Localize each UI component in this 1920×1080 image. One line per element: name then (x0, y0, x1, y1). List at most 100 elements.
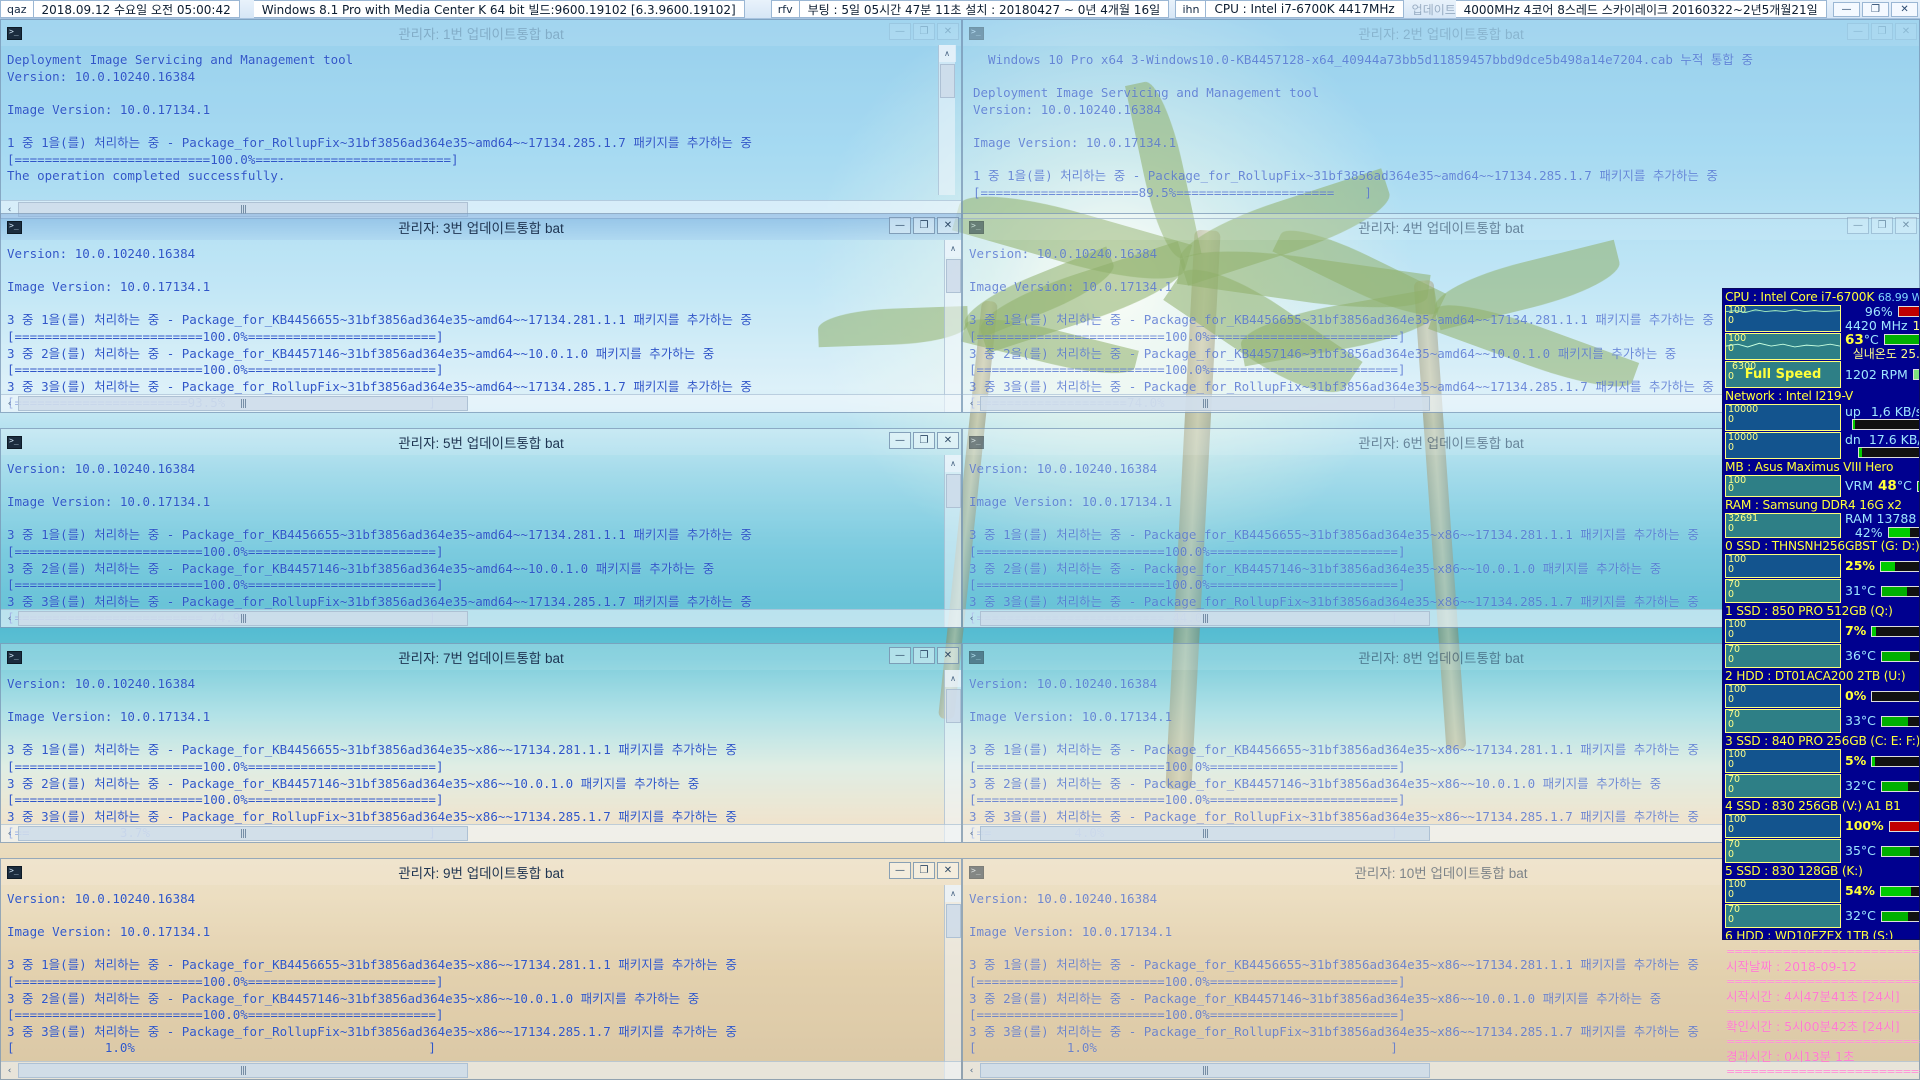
drive-readout: 0% (1841, 684, 1919, 708)
close-icon[interactable]: ✕ (1891, 1, 1919, 17)
close-icon[interactable]: ✕ (937, 647, 959, 664)
restore-icon[interactable]: ❐ (913, 217, 935, 234)
hscroll-thumb[interactable]: ||| (980, 396, 1430, 411)
console-window-7[interactable]: 관리자: 7번 업데이트통합 bat — ❐ ✕ Version: 10.0.1… (0, 643, 962, 843)
console-window-2[interactable]: 관리자: 2번 업데이트통합 bat — ❐ ✕ Windows 10 Pro … (962, 19, 1920, 219)
minimize-icon[interactable]: — (889, 432, 911, 449)
scroll-up-icon[interactable]: ∧ (944, 885, 961, 902)
restore-icon[interactable]: ❐ (1871, 217, 1893, 234)
scroll-up-icon[interactable]: ∧ (944, 670, 961, 687)
minimize-icon[interactable]: — (889, 23, 911, 40)
horizontal-scrollbar[interactable]: ‹ ||| (1, 824, 961, 842)
minimize-icon[interactable]: — (889, 647, 911, 664)
scroll-left-icon[interactable]: ‹ (963, 610, 980, 627)
horizontal-scrollbar[interactable]: ‹ ||| (1, 394, 961, 412)
hscroll-thumb[interactable]: ||| (980, 1063, 1430, 1078)
vscroll-thumb[interactable] (945, 689, 961, 723)
vrm-temp-unit: °C (1896, 478, 1912, 493)
scroll-left-icon[interactable]: ‹ (1, 610, 18, 627)
cmd-console-icon (969, 435, 984, 449)
console-window-3[interactable]: 관리자: 3번 업데이트통합 bat — ❐ ✕ Version: 10.0.1… (0, 213, 962, 413)
hscroll-thumb[interactable]: ||| (18, 611, 468, 626)
titlebar[interactable]: 관리자: 4번 업데이트통합 bat — ❐ ✕ (963, 214, 1919, 240)
graph-min: 0 (1728, 824, 1735, 835)
vertical-scrollbar[interactable]: ∧ (944, 670, 961, 842)
restore-icon[interactable]: ❐ (913, 23, 935, 40)
restore-icon[interactable]: ❐ (913, 862, 935, 879)
graph-min: 0 (1728, 719, 1735, 730)
graph-min: 0 (1728, 849, 1735, 860)
window-controls: — ❐ ✕ (889, 23, 959, 40)
scroll-left-icon[interactable]: ‹ (963, 1062, 980, 1079)
topbar-key-ihn[interactable]: ihn (1175, 0, 1207, 18)
restore-icon[interactable]: ❐ (913, 647, 935, 664)
hscroll-thumb[interactable]: ||| (18, 396, 468, 411)
console-body: Version: 10.0.10240.16384 Image Version:… (1, 885, 961, 1079)
vscroll-thumb[interactable] (945, 474, 961, 508)
network-dn-readout: dn 17.6 KB/s (1841, 432, 1919, 459)
vertical-scrollbar[interactable]: ∧ (944, 240, 961, 412)
minimize-icon[interactable]: — (1847, 217, 1869, 234)
vertical-scrollbar[interactable]: ∧ (944, 885, 961, 1079)
restore-icon[interactable]: ❐ (1871, 23, 1893, 40)
scroll-up-icon[interactable]: ∧ (944, 240, 961, 257)
console-window-1[interactable]: 관리자: 1번 업데이트통합 bat — ❐ ✕ Deployment Imag… (0, 19, 962, 219)
drive-load-pct: 0% (1845, 688, 1867, 703)
vertical-scrollbar-win2[interactable]: ∧ (938, 45, 956, 195)
cmd-console-icon (969, 650, 984, 664)
graph-min: 0 (1728, 564, 1735, 575)
console-window-5[interactable]: 관리자: 5번 업데이트통합 bat — ❐ ✕ Version: 10.0.1… (0, 428, 962, 628)
titlebar[interactable]: 관리자: 2번 업데이트통합 bat — ❐ ✕ (963, 20, 1919, 46)
topbar-key-qaz[interactable]: qaz (0, 0, 34, 18)
vscroll-thumb[interactable] (945, 259, 961, 293)
cpu-power: 68.99 W (1877, 291, 1920, 304)
drive-readout: 35°C (1841, 839, 1919, 863)
scroll-left-icon[interactable]: ‹ (1, 825, 18, 842)
titlebar[interactable]: 관리자: 3번 업데이트통합 bat — ❐ ✕ (1, 214, 961, 240)
drive-load-row: 100 0 7% (1725, 619, 1919, 643)
minimize-icon[interactable]: — (889, 217, 911, 234)
hscroll-thumb[interactable]: ||| (980, 826, 1430, 841)
minimize-icon[interactable]: — (1833, 1, 1861, 17)
scroll-left-icon[interactable]: ‹ (963, 395, 980, 412)
titlebar[interactable]: 관리자: 5번 업데이트통합 bat — ❐ ✕ (1, 429, 961, 455)
scroll-left-icon[interactable]: ‹ (963, 825, 980, 842)
horizontal-scrollbar[interactable]: ‹ ||| (1, 1061, 961, 1079)
close-icon[interactable]: ✕ (1895, 23, 1917, 40)
log-row: 시작시간 : 4시47분41초 [24시] (1726, 989, 1920, 1004)
minimize-icon[interactable]: — (889, 862, 911, 879)
network-section-header: Network : Intel I219-V (1725, 389, 1854, 403)
vscroll-thumb[interactable] (945, 904, 961, 938)
titlebar[interactable]: 관리자: 7번 업데이트통합 bat — ❐ ✕ (1, 644, 961, 670)
horizontal-scrollbar[interactable]: ‹ ||| (1, 609, 961, 627)
scroll-left-icon[interactable]: ‹ (1, 1062, 18, 1079)
close-icon[interactable]: ✕ (937, 432, 959, 449)
drive-header: 4 SSD : 830 256GB (V:) A1 B1 (1725, 799, 1901, 813)
minimize-icon[interactable]: — (1847, 23, 1869, 40)
topbar-key-rfv[interactable]: rfv (770, 0, 800, 18)
hscroll-thumb[interactable]: ||| (18, 1063, 468, 1078)
console-window-9[interactable]: 관리자: 9번 업데이트통합 bat — ❐ ✕ Version: 10.0.1… (0, 858, 962, 1080)
close-icon[interactable]: ✕ (1895, 217, 1917, 234)
vscroll-thumb[interactable] (939, 64, 955, 98)
close-icon[interactable]: ✕ (937, 23, 959, 40)
scroll-left-icon[interactable]: ‹ (1, 395, 18, 412)
drive-temp-bar (1880, 780, 1919, 792)
titlebar[interactable]: 관리자: 9번 업데이트통합 bat — ❐ ✕ (1, 859, 961, 885)
restore-icon[interactable]: ❐ (1862, 1, 1890, 17)
topbar-behind-text: 업데이트 통합 bat - 윈도우 업데이트 통합하기 (1411, 2, 1456, 17)
hardware-monitor-panel: CPU : Intel Core i7-6700K 68.99 W 100 0 … (1722, 288, 1920, 940)
close-icon[interactable]: ✕ (937, 862, 959, 879)
restore-icon[interactable]: ❐ (913, 432, 935, 449)
window-controls: — ❐ ✕ (1847, 23, 1917, 40)
close-icon[interactable]: ✕ (937, 217, 959, 234)
log-separator: ============================= (1726, 1065, 1920, 1078)
vertical-scrollbar[interactable]: ∧ (944, 455, 961, 627)
console-body: Version: 10.0.10240.16384 Image Version:… (1, 240, 961, 412)
hscroll-thumb[interactable]: ||| (980, 611, 1430, 626)
hscroll-thumb[interactable]: ||| (18, 826, 468, 841)
log-label: 확인시간 : (1726, 1019, 1781, 1034)
titlebar[interactable]: 관리자: 1번 업데이트통합 bat — ❐ ✕ (1, 20, 961, 46)
scroll-up-icon[interactable]: ∧ (938, 45, 956, 62)
scroll-up-icon[interactable]: ∧ (944, 455, 961, 472)
